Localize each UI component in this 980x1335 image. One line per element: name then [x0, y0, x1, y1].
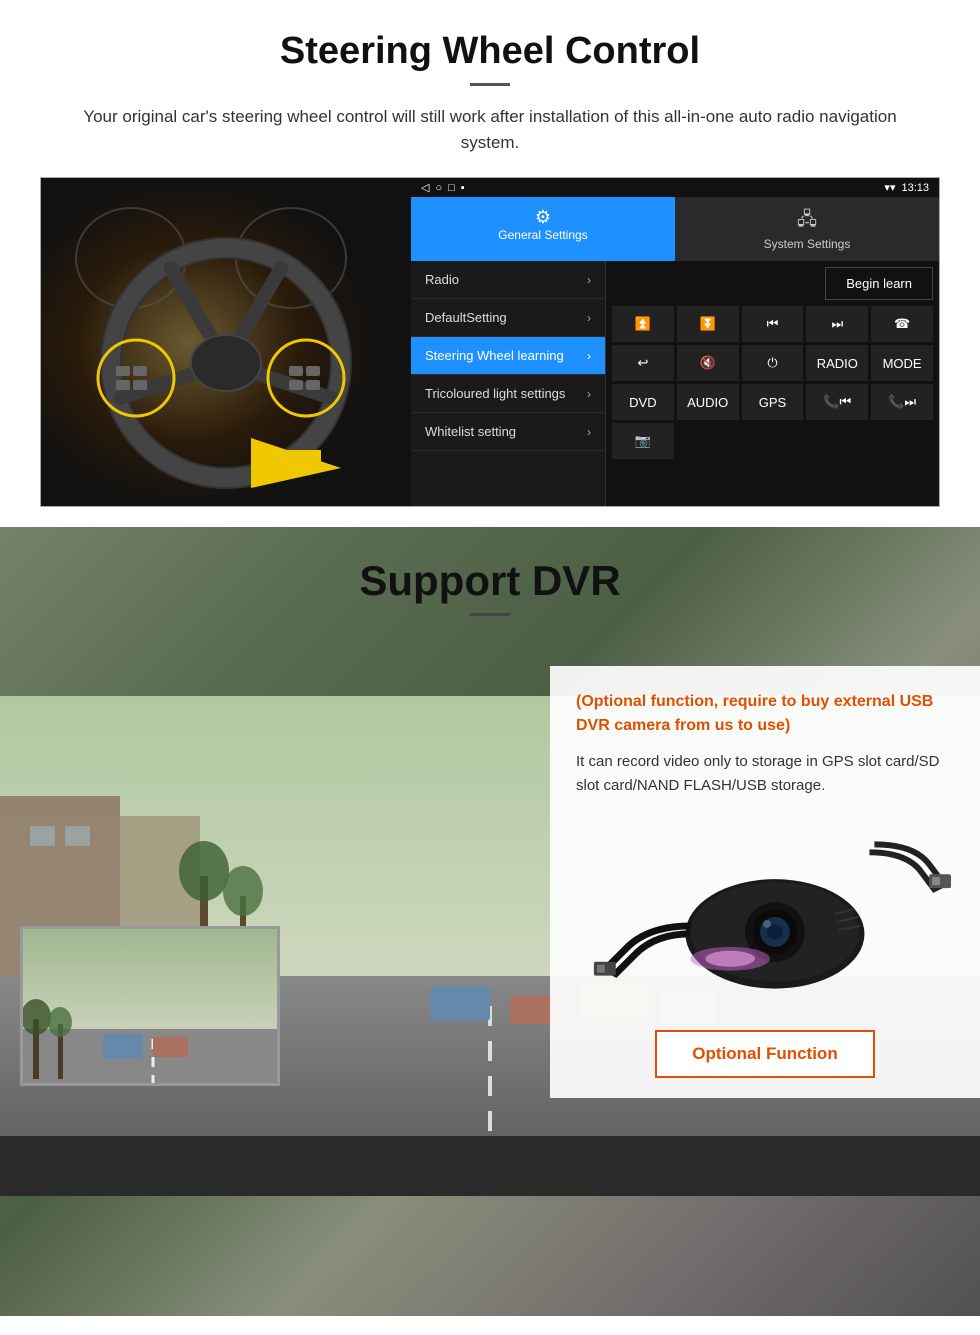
chevron-icon: › [587, 387, 591, 401]
tab-system-label: System Settings [764, 237, 851, 251]
steering-title: Steering Wheel Control [40, 30, 940, 73]
demo-container: ◁ ○ □ ▪ ▾▾ 13:13 ⚙ General Settings 🖧 Sy… [40, 177, 940, 507]
power-btn[interactable]: ⏻ [742, 345, 804, 381]
vol-up-btn[interactable]: ⏫ [612, 306, 674, 342]
call-prev-btn[interactable]: 📞⏮ [806, 384, 868, 420]
dvr-btn[interactable]: 📷 [612, 423, 674, 459]
dvr-scene: (Optional function, require to buy exter… [0, 636, 980, 1316]
begin-learn-button[interactable]: Begin learn [825, 267, 933, 300]
mute-btn[interactable]: 🔇 [677, 345, 739, 381]
chevron-icon: › [587, 311, 591, 325]
chevron-icon: › [587, 273, 591, 287]
steering-wheel-image [41, 178, 411, 507]
nav-back-icon: ◁ [421, 181, 429, 194]
menu-steering-label: Steering Wheel learning [425, 348, 564, 363]
steering-section: Steering Wheel Control Your original car… [0, 0, 980, 527]
dvr-preview-inset [20, 926, 280, 1086]
menu-list: Radio › DefaultSetting › Steering Wheel … [411, 261, 606, 506]
mode-btn[interactable]: MODE [871, 345, 933, 381]
signal-icon: ▾▾ [884, 181, 895, 194]
next-btn[interactable]: ⏭ [806, 306, 868, 342]
time-display: 13:13 [901, 182, 929, 194]
call-next-btn[interactable]: 📞⏭ [871, 384, 933, 420]
gps-btn[interactable]: GPS [742, 384, 804, 420]
menu-item-whitelist[interactable]: Whitelist setting › [411, 413, 605, 451]
dvr-divider [470, 613, 510, 616]
nav-square-icon: □ [448, 182, 455, 194]
menu-item-tricoloured[interactable]: Tricoloured light settings › [411, 375, 605, 413]
radio-btn[interactable]: RADIO [806, 345, 868, 381]
nav-home-icon: ○ [435, 182, 442, 194]
steering-subtitle: Your original car's steering wheel contr… [80, 104, 900, 155]
optional-function-button[interactable]: Optional Function [655, 1030, 875, 1078]
audio-btn[interactable]: AUDIO [677, 384, 739, 420]
tab-system-settings[interactable]: 🖧 System Settings [675, 197, 939, 261]
menu-item-radio[interactable]: Radio › [411, 261, 605, 299]
tab-general-label: General Settings [498, 228, 587, 242]
dvr-content: Support DVR [0, 527, 980, 1316]
android-statusbar: ◁ ○ □ ▪ ▾▾ 13:13 [411, 178, 939, 197]
dvr-optional-text: (Optional function, require to buy exter… [576, 690, 954, 738]
menu-item-defaultsetting[interactable]: DefaultSetting › [411, 299, 605, 337]
android-body: Radio › DefaultSetting › Steering Wheel … [411, 261, 939, 506]
vol-down-btn[interactable]: ⏬ [677, 306, 739, 342]
chevron-icon: › [587, 349, 591, 363]
steering-divider [470, 83, 510, 86]
nav-record-icon: ▪ [461, 182, 465, 194]
tab-general-settings[interactable]: ⚙ General Settings [411, 197, 675, 261]
menu-whitelist-label: Whitelist setting [425, 424, 516, 439]
gear-icon: ⚙ [416, 207, 670, 228]
dvr-camera-illustration [576, 814, 954, 1014]
android-ui-panel: ◁ ○ □ ▪ ▾▾ 13:13 ⚙ General Settings 🖧 Sy… [411, 178, 939, 506]
menu-default-label: DefaultSetting [425, 310, 507, 325]
dvr-description: It can record video only to storage in G… [576, 750, 954, 798]
system-icon: 🖧 [680, 207, 934, 237]
back-btn[interactable]: ↩ [612, 345, 674, 381]
dvr-title: Support DVR [0, 557, 980, 605]
prev-btn[interactable]: ⏮ [742, 306, 804, 342]
menu-tricoloured-label: Tricoloured light settings [425, 386, 565, 401]
dvd-btn[interactable]: DVD [612, 384, 674, 420]
dvr-info-box: (Optional function, require to buy exter… [550, 666, 980, 1098]
android-tabs: ⚙ General Settings 🖧 System Settings [411, 197, 939, 261]
menu-radio-label: Radio [425, 272, 459, 287]
chevron-icon: › [587, 425, 591, 439]
control-grid: ⏫ ⏬ ⏮ ⏭ ☎ ↩ 🔇 ⏻ RADIO MODE DVD AUDIO GPS… [612, 306, 933, 459]
call-btn[interactable]: ☎ [871, 306, 933, 342]
begin-learn-row: Begin learn [612, 267, 933, 300]
menu-item-steering[interactable]: Steering Wheel learning › [411, 337, 605, 375]
content-panel: Begin learn ⏫ ⏬ ⏮ ⏭ ☎ ↩ 🔇 ⏻ RADIO MODE [606, 261, 939, 506]
dvr-section: Support DVR [0, 527, 980, 1316]
